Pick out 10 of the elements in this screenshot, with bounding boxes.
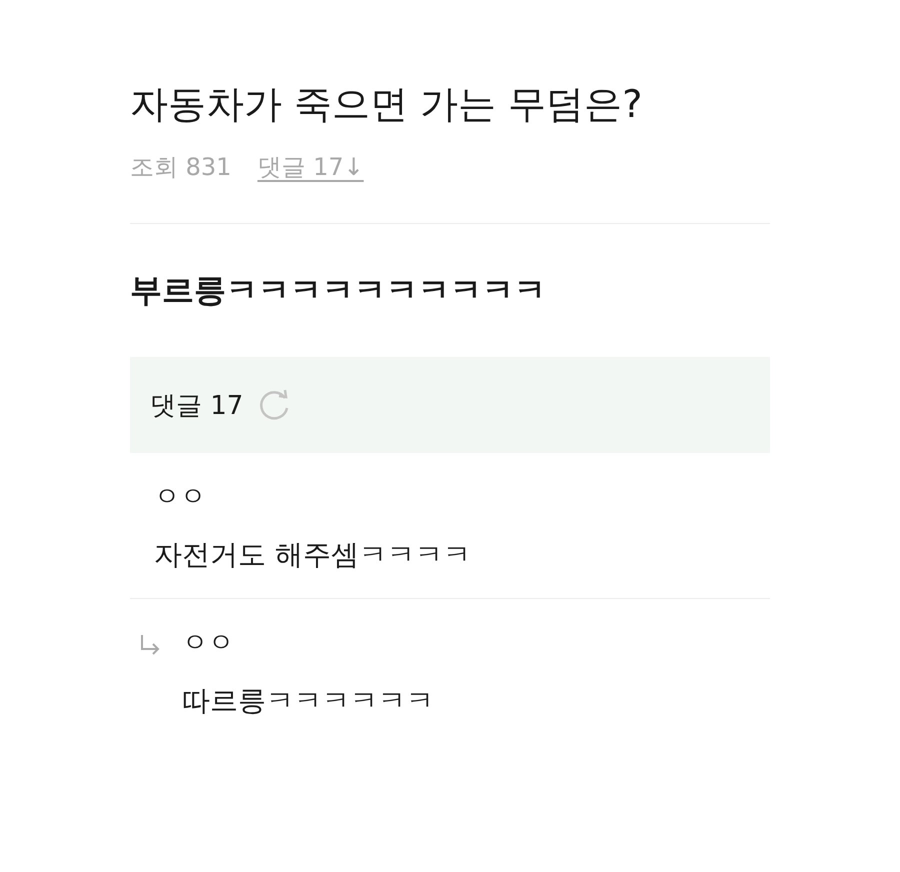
comment-text: 자전거도 해주셈ㅋㅋㅋㅋ [154, 537, 471, 574]
comment-author: ㅇㅇ [154, 481, 207, 514]
comments-link[interactable]: 댓글 17↓ [257, 151, 364, 184]
post-title: 자동차가 죽으면 가는 무덤은? [130, 81, 644, 128]
comments-count: 댓글 17 [150, 390, 244, 423]
reply-arrow-icon [138, 633, 162, 658]
view-count: 조회 831 [130, 152, 232, 184]
post-body: 부르릉ㅋㅋㅋㅋㅋㅋㅋㅋㅋㅋ [130, 270, 547, 312]
comment-text: 따르릉ㅋㅋㅋㅋㅋㅋ [182, 683, 434, 720]
comment-author: ㅇㅇ [182, 627, 235, 660]
